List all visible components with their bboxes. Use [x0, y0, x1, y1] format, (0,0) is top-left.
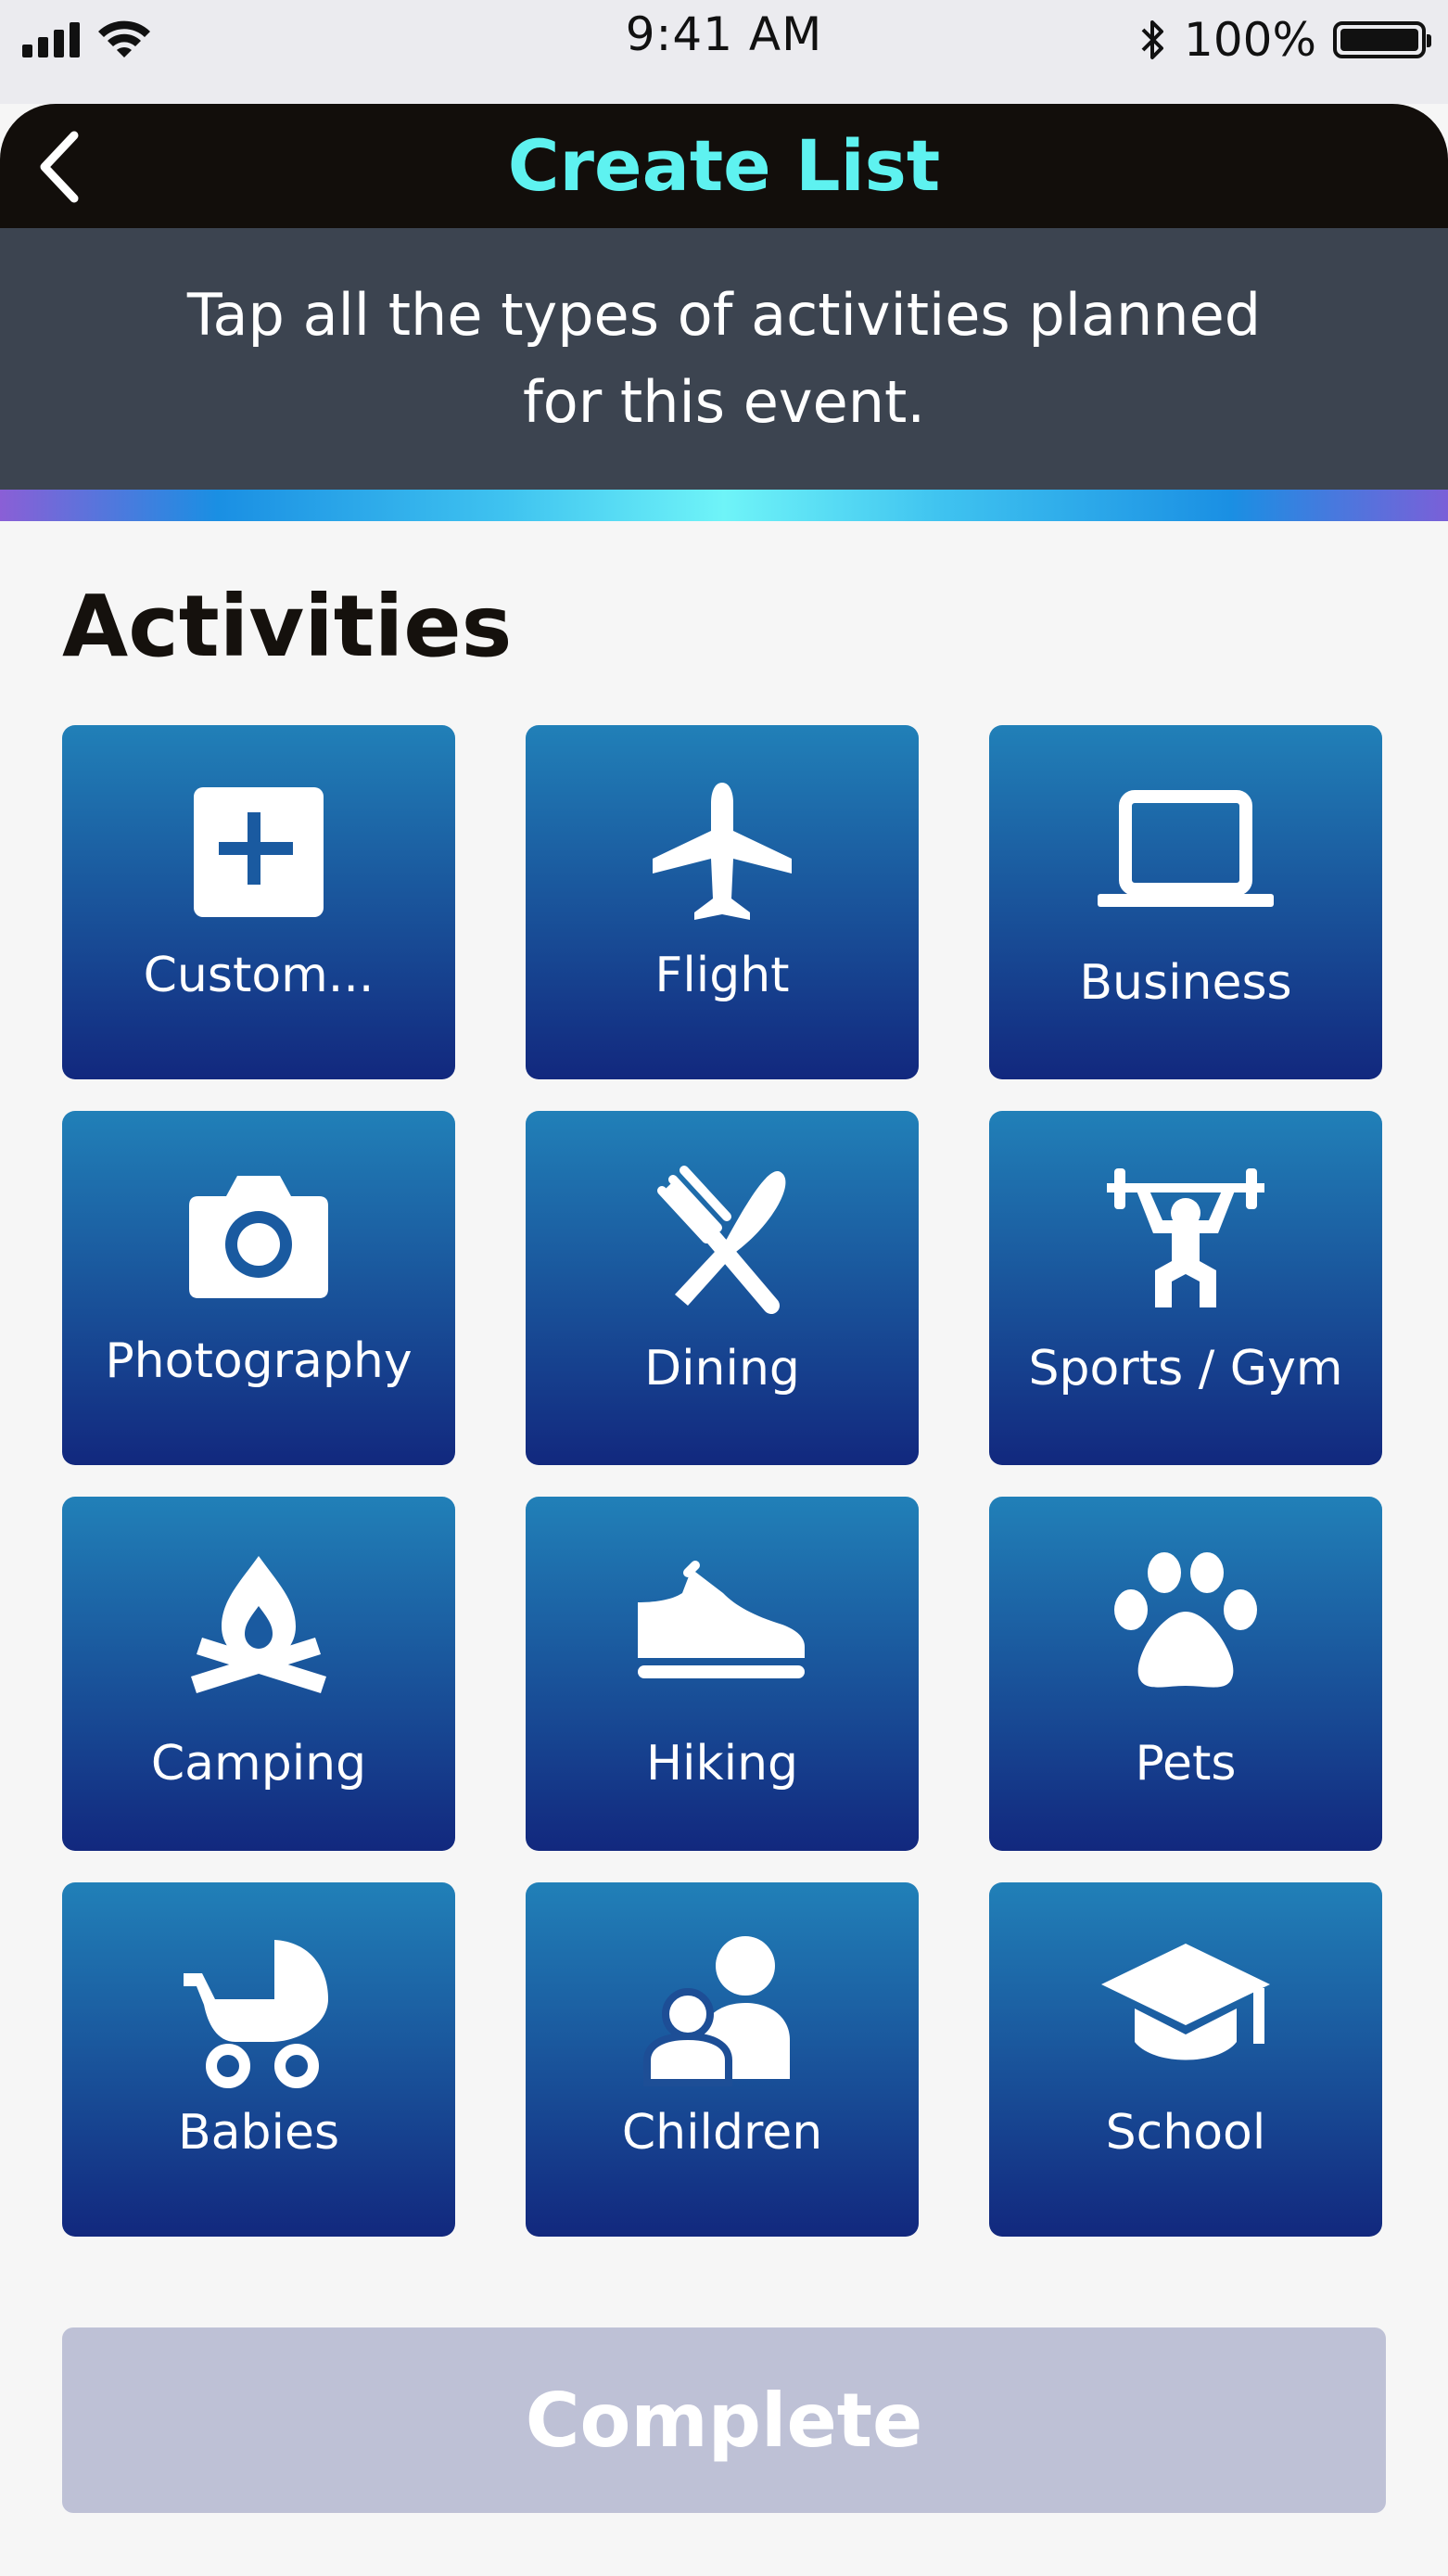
section-title: Activities: [62, 577, 513, 676]
plus-square-icon: [194, 787, 324, 917]
activity-tile-sports-gym[interactable]: Sports / Gym: [989, 1111, 1382, 1465]
paw-icon: [1114, 1552, 1257, 1688]
activity-tile-label: School: [1105, 2105, 1266, 2161]
gradient-divider: [0, 490, 1448, 521]
campfire-icon: [191, 1556, 326, 1693]
fork-knife-icon: [657, 1166, 786, 1314]
graduation-cap-icon: [1101, 1944, 1270, 2060]
status-bar: 9:41 AM 100%: [0, 0, 1448, 104]
bluetooth-icon: [1141, 20, 1164, 59]
activity-tile-label: Sports / Gym: [1028, 1341, 1343, 1396]
instruction-text: Tap all the types of activities planned …: [186, 281, 1262, 436]
activity-tile-label: Photography: [105, 1333, 413, 1389]
activity-tile-photography[interactable]: Photography: [62, 1111, 455, 1465]
activity-tile-custom[interactable]: Custom...: [62, 725, 455, 1079]
stroller-icon: [184, 1940, 328, 2088]
activity-tile-label: Custom...: [143, 948, 375, 1003]
parent-child-icon: [643, 1936, 790, 2086]
activity-tile-label: Pets: [1135, 1736, 1237, 1792]
activity-tile-babies[interactable]: Babies: [62, 1882, 455, 2237]
activity-tile-flight[interactable]: Flight: [526, 725, 919, 1079]
battery-percentage: 100%: [1184, 13, 1316, 67]
instruction-banner: Tap all the types of activities planned …: [0, 228, 1448, 490]
activity-tile-label: Camping: [150, 1736, 367, 1792]
activity-tile-label: Dining: [644, 1341, 800, 1396]
weightlifter-icon: [1107, 1168, 1264, 1307]
activity-tile-business[interactable]: Business: [989, 725, 1382, 1079]
nav-bar: Create List: [0, 104, 1448, 228]
activity-tile-pets[interactable]: Pets: [989, 1497, 1382, 1851]
activity-tile-hiking[interactable]: Hiking: [526, 1497, 919, 1851]
page-title: Create List: [507, 124, 941, 207]
shoe-icon: [638, 1561, 805, 1678]
battery-fill: [1340, 29, 1418, 51]
complete-button[interactable]: Complete: [62, 2327, 1386, 2513]
complete-button-label: Complete: [525, 2377, 923, 2464]
activity-tile-camping[interactable]: Camping: [62, 1497, 455, 1851]
airplane-icon: [653, 783, 792, 920]
activity-tile-label: Flight: [654, 948, 790, 1003]
activity-grid: Custom... Flight Business Photography Di…: [62, 725, 1382, 2237]
activity-tile-label: Hiking: [645, 1736, 799, 1792]
activity-tile-dining[interactable]: Dining: [526, 1111, 919, 1465]
activity-tile-label: Business: [1079, 955, 1292, 1011]
activity-tile-children[interactable]: Children: [526, 1882, 919, 2237]
laptop-icon: [1098, 790, 1274, 907]
camera-icon: [189, 1176, 328, 1298]
activity-tile-label: Children: [621, 2105, 823, 2161]
status-right: 100%: [1139, 13, 1431, 67]
battery-icon: [1333, 21, 1431, 58]
activity-tile-label: Babies: [177, 2105, 340, 2161]
activity-tile-school[interactable]: School: [989, 1882, 1382, 2237]
